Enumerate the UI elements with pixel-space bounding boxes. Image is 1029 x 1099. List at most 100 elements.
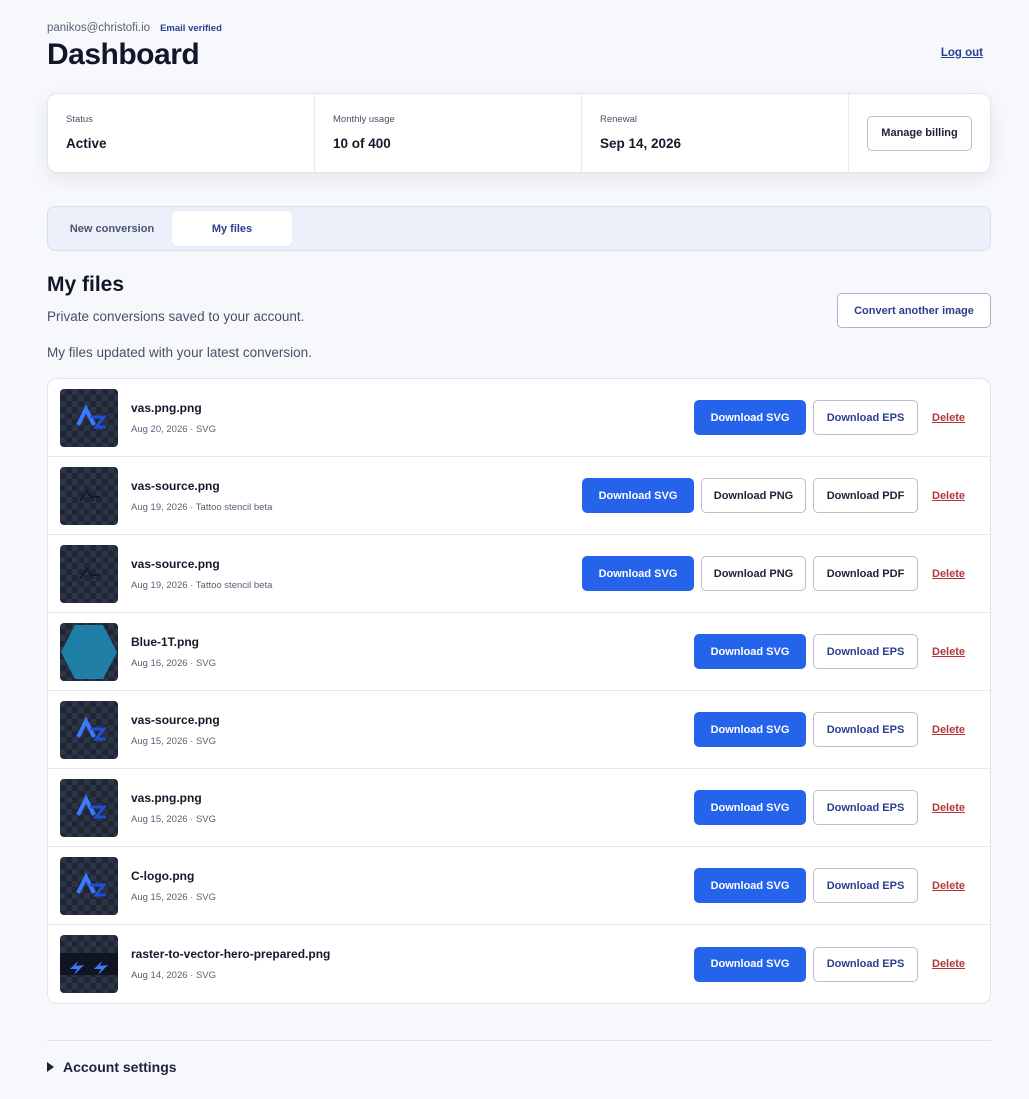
file-info: Blue-1T.png Aug 16, 2026 · SVG bbox=[131, 635, 694, 669]
file-name: vas-source.png bbox=[131, 478, 220, 493]
file-info: vas-source.png Aug 19, 2026 · Tattoo sten… bbox=[131, 557, 582, 591]
tab-new-conversion[interactable]: New conversion bbox=[52, 211, 172, 246]
download-eps-button[interactable]: Download EPS bbox=[813, 946, 918, 982]
file-info: vas.png.png Aug 20, 2026 · SVG bbox=[131, 401, 694, 435]
delete-link[interactable]: Delete bbox=[932, 490, 968, 502]
email-verified-badge: Email verified bbox=[160, 22, 222, 34]
dashboard-tabs: New conversion My files bbox=[47, 206, 991, 251]
file-row: vas.png.png Aug 20, 2026 · SVG Download SV… bbox=[48, 379, 990, 457]
file-info: vas-source.png Aug 15, 2026 · SVG bbox=[131, 713, 694, 747]
download-svg-button[interactable]: Download SVG bbox=[694, 868, 806, 903]
stat-label: Status bbox=[66, 114, 93, 125]
user-email: panikos@christofi.io bbox=[47, 22, 151, 34]
file-name: vas.png.png bbox=[131, 790, 202, 805]
account-settings-label: Account settings bbox=[63, 1059, 177, 1075]
logout-link[interactable]: Log out bbox=[941, 47, 983, 59]
file-info: vas-source.png Aug 19, 2026 · Tattoo sten… bbox=[131, 479, 582, 513]
tab-my-files[interactable]: My files bbox=[172, 211, 292, 246]
file-row: vas-source.png Aug 19, 2026 · Tattoo sten… bbox=[48, 535, 990, 613]
stat-value: Active bbox=[66, 136, 107, 151]
file-thumbnail bbox=[60, 544, 118, 603]
section-title: My files bbox=[47, 273, 125, 296]
download-pdf-button[interactable]: Download PDF bbox=[813, 556, 918, 591]
download-svg-button[interactable]: Download SVG bbox=[694, 790, 806, 825]
file-info: vas.png.png Aug 15, 2026 · SVG bbox=[131, 791, 694, 825]
billing-cell: Manage billing bbox=[849, 94, 990, 172]
file-actions: Download SVG Download EPS Delete bbox=[694, 712, 968, 747]
file-row: vas.png.png Aug 15, 2026 · SVG Download SV… bbox=[48, 769, 990, 847]
account-settings-toggle[interactable]: Account settings bbox=[47, 1059, 177, 1075]
divider bbox=[47, 1040, 991, 1041]
stat-value: 10 of 400 bbox=[333, 136, 391, 151]
file-info: raster-to-vector-hero-prepared.png Aug 14… bbox=[131, 947, 694, 981]
download-svg-button[interactable]: Download SVG bbox=[582, 556, 694, 591]
stat-label: Renewal bbox=[600, 114, 637, 125]
file-actions: Download SVG Download PNG Download PDF Dele… bbox=[582, 556, 968, 591]
file-thumbnail bbox=[60, 778, 118, 837]
stat-value: Sep 14, 2026 bbox=[600, 136, 682, 151]
file-row: Blue-1T.png Aug 16, 2026 · SVG Download SV… bbox=[48, 613, 990, 691]
file-actions: Download SVG Download PNG Download PDF Dele… bbox=[582, 478, 968, 513]
delete-link[interactable]: Delete bbox=[932, 802, 968, 814]
file-thumbnail bbox=[60, 388, 118, 447]
subscription-status-card: Status Active Monthly usage 10 of 400 Re… bbox=[47, 93, 991, 173]
file-meta: Aug 16, 2026 · SVG bbox=[131, 657, 217, 669]
download-png-button[interactable]: Download PNG bbox=[701, 556, 806, 591]
delete-link[interactable]: Delete bbox=[932, 412, 968, 424]
download-png-button[interactable]: Download PNG bbox=[701, 478, 806, 513]
file-row: vas-source.png Aug 15, 2026 · SVG Download… bbox=[48, 691, 990, 769]
convert-another-image-button[interactable]: Convert another image bbox=[837, 293, 991, 328]
delete-link[interactable]: Delete bbox=[932, 724, 968, 736]
file-meta: Aug 15, 2026 · SVG bbox=[131, 813, 217, 825]
file-thumbnail bbox=[60, 622, 118, 681]
download-pdf-button[interactable]: Download PDF bbox=[813, 478, 918, 513]
file-name: Blue-1T.png bbox=[131, 634, 199, 649]
file-thumbnail bbox=[60, 700, 118, 759]
file-thumbnail bbox=[60, 935, 118, 993]
section-subtitle: Private conversions saved to your accoun… bbox=[47, 309, 305, 324]
download-svg-button[interactable]: Download SVG bbox=[694, 946, 806, 982]
file-meta: Aug 15, 2026 · SVG bbox=[131, 891, 217, 903]
file-actions: Download SVG Download EPS Delete bbox=[694, 634, 968, 669]
account-line: panikos@christofi.io Email verified bbox=[47, 22, 222, 34]
download-svg-button[interactable]: Download SVG bbox=[694, 634, 806, 669]
download-eps-button[interactable]: Download EPS bbox=[813, 790, 918, 825]
file-row: vas-source.png Aug 19, 2026 · Tattoo sten… bbox=[48, 457, 990, 535]
file-meta: Aug 19, 2026 · Tattoo stencil beta bbox=[131, 579, 273, 591]
manage-billing-button[interactable]: Manage billing bbox=[867, 115, 972, 151]
file-info: C-logo.png Aug 15, 2026 · SVG bbox=[131, 869, 694, 903]
file-meta: Aug 20, 2026 · SVG bbox=[131, 423, 217, 435]
file-meta: Aug 14, 2026 · SVG bbox=[131, 970, 217, 981]
delete-link[interactable]: Delete bbox=[932, 958, 968, 970]
caret-right-icon bbox=[47, 1062, 54, 1072]
stat-renewal: Renewal Sep 14, 2026 bbox=[582, 94, 849, 172]
download-eps-button[interactable]: Download EPS bbox=[813, 400, 918, 435]
delete-link[interactable]: Delete bbox=[932, 568, 968, 580]
update-message: My files updated with your latest conver… bbox=[47, 345, 312, 360]
file-name: C-logo.png bbox=[131, 868, 195, 883]
stat-status: Status Active bbox=[48, 94, 315, 172]
file-actions: Download SVG Download EPS Delete bbox=[694, 790, 968, 825]
delete-link[interactable]: Delete bbox=[932, 646, 968, 658]
file-thumbnail bbox=[60, 466, 118, 525]
file-row: C-logo.png Aug 15, 2026 · SVG Download SVG… bbox=[48, 847, 990, 925]
download-eps-button[interactable]: Download EPS bbox=[813, 712, 918, 747]
page-title: Dashboard bbox=[47, 38, 200, 71]
file-meta: Aug 15, 2026 · SVG bbox=[131, 735, 217, 747]
stat-monthly-usage: Monthly usage 10 of 400 bbox=[315, 94, 582, 172]
file-actions: Download SVG Download EPS Delete bbox=[694, 400, 968, 435]
download-svg-button[interactable]: Download SVG bbox=[694, 400, 806, 435]
delete-link[interactable]: Delete bbox=[932, 880, 968, 892]
file-name: vas.png.png bbox=[131, 400, 202, 415]
download-svg-button[interactable]: Download SVG bbox=[582, 478, 694, 513]
file-list: vas.png.png Aug 20, 2026 · SVG Download SV… bbox=[47, 378, 991, 1004]
file-row: raster-to-vector-hero-prepared.png Aug 14… bbox=[48, 925, 990, 1003]
download-eps-button[interactable]: Download EPS bbox=[813, 634, 918, 669]
file-actions: Download SVG Download EPS Delete bbox=[694, 946, 968, 982]
file-name: raster-to-vector-hero-prepared.png bbox=[131, 947, 331, 961]
file-thumbnail bbox=[60, 856, 118, 915]
download-eps-button[interactable]: Download EPS bbox=[813, 868, 918, 903]
file-meta: Aug 19, 2026 · Tattoo stencil beta bbox=[131, 501, 273, 513]
download-svg-button[interactable]: Download SVG bbox=[694, 712, 806, 747]
file-name: vas-source.png bbox=[131, 712, 220, 727]
